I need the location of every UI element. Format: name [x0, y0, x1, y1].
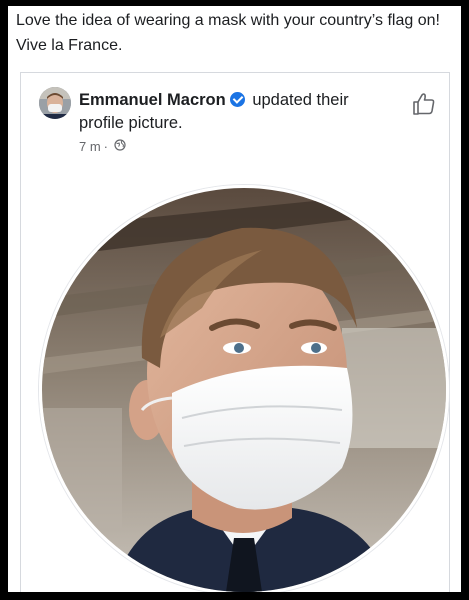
- profile-picture[interactable]: [39, 185, 449, 592]
- post-meta: 7 m ·: [79, 139, 126, 154]
- shared-post-card: Emmanuel Macron updated their profile pi…: [20, 72, 450, 592]
- post-caption: Love the idea of wearing a mask with you…: [16, 12, 440, 54]
- post-header: Emmanuel Macron updated their profile pi…: [79, 89, 379, 135]
- author-name[interactable]: Emmanuel Macron: [79, 91, 226, 109]
- avatar[interactable]: [39, 87, 71, 119]
- globe-icon[interactable]: [114, 139, 126, 154]
- meta-separator: ·: [103, 139, 109, 154]
- profile-photo-image: [42, 188, 446, 592]
- avatar-image: [39, 87, 71, 119]
- post-time[interactable]: 7 m: [79, 139, 101, 154]
- verified-badge-icon: [229, 92, 245, 107]
- thumbs-up-icon[interactable]: [411, 91, 437, 117]
- screenshot-frame: Love the idea of wearing a mask with you…: [8, 6, 461, 592]
